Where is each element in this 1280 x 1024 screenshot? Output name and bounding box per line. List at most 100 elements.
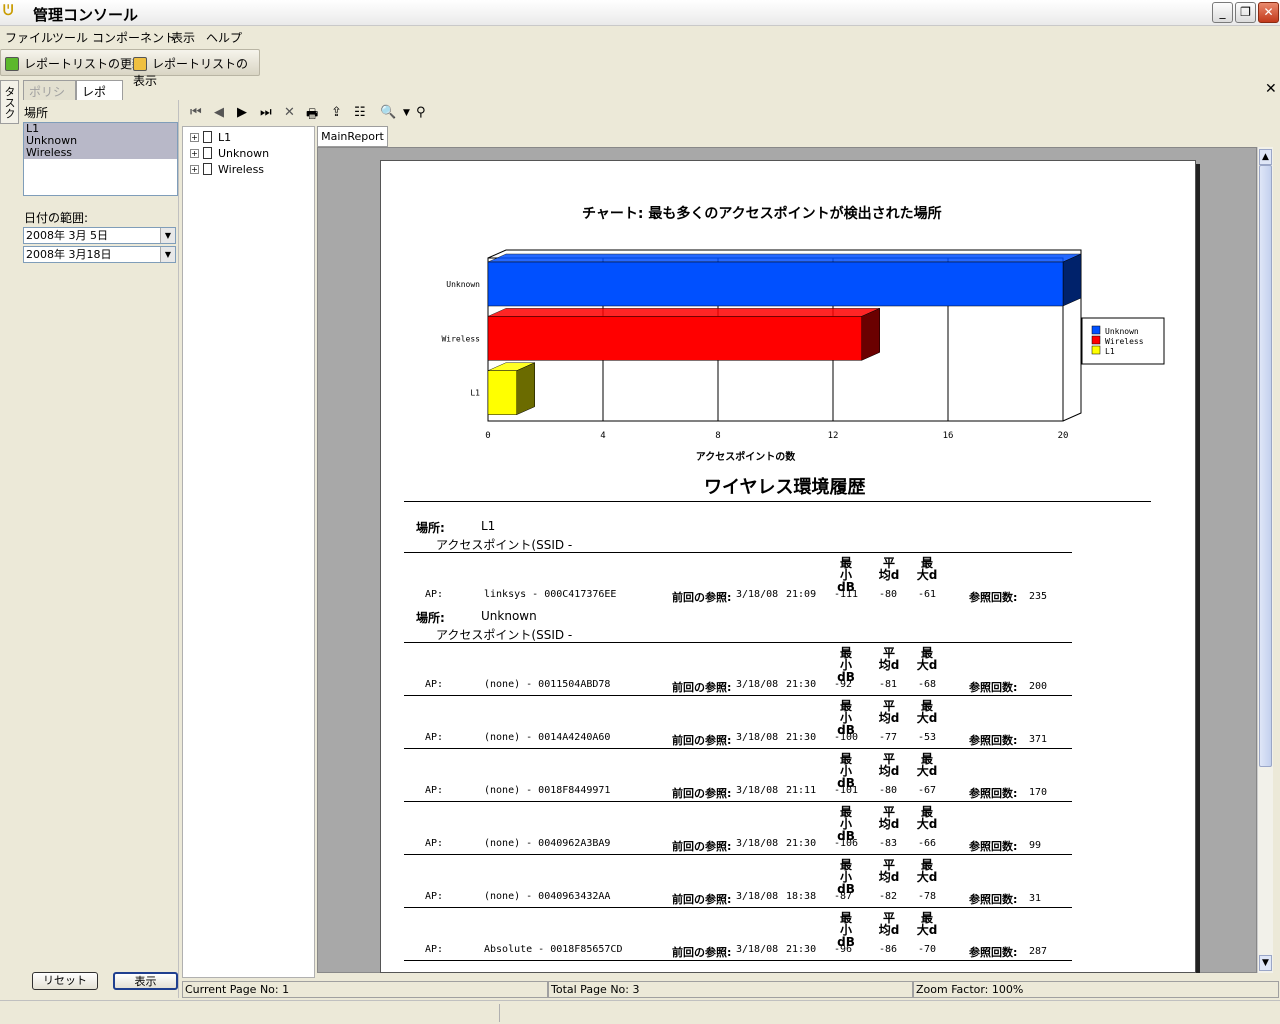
max-db: -78 bbox=[918, 891, 937, 902]
menu-file[interactable]: ファイル bbox=[5, 29, 53, 46]
refresh-label: レポートリストの更新 bbox=[24, 57, 145, 71]
location-listbox[interactable]: L1 Unknown Wireless bbox=[23, 122, 178, 196]
last-page-icon[interactable]: ⏭ bbox=[260, 105, 272, 120]
chevron-down-icon[interactable]: ▼ bbox=[160, 228, 175, 243]
group-tree-icon[interactable]: ☷ bbox=[354, 105, 366, 120]
zoom-dropdown-icon[interactable]: ▼ bbox=[403, 108, 410, 118]
ap-label: AP: bbox=[425, 785, 444, 796]
task-side-tab[interactable]: タスク bbox=[0, 80, 19, 124]
menu-tools[interactable]: ツール bbox=[52, 29, 88, 46]
access-point-header: アクセスポイント(SSID - bbox=[436, 628, 573, 642]
menu-help[interactable]: ヘルプ bbox=[206, 29, 242, 46]
avg-db: -77 bbox=[879, 732, 898, 743]
last-ref-time: 21:30 bbox=[786, 944, 817, 955]
avg-db: -80 bbox=[879, 785, 898, 796]
row-divider bbox=[404, 748, 1072, 749]
bar-chart: 0 4 8 12 16 20UnknownWirelessL1アクセスポイントの数Unkn… bbox=[441, 249, 1165, 463]
ap-label: AP: bbox=[425, 732, 444, 743]
print-icon[interactable]: 🖶 bbox=[306, 105, 318, 127]
chart-title: チャート: 最も多くのアクセスポイントが検出された場所 bbox=[582, 206, 942, 222]
vertical-scrollbar[interactable]: ▲ ▼ bbox=[1257, 147, 1273, 973]
row-divider bbox=[404, 801, 1072, 802]
document-icon bbox=[203, 147, 212, 159]
close-button[interactable]: ✕ bbox=[1258, 2, 1279, 23]
tree-label: Wireless bbox=[218, 163, 265, 176]
row-divider bbox=[404, 552, 1072, 553]
last-ref-label: 前回の参照: bbox=[672, 946, 732, 959]
bar-side bbox=[516, 362, 535, 416]
prev-page-icon[interactable]: ◀ bbox=[214, 105, 224, 120]
date-from-picker[interactable]: 2008年 3月 5日 ▼ bbox=[23, 227, 176, 244]
ref-count-label: 参照回数: bbox=[969, 681, 1018, 694]
current-page-status: Current Page No: 1 bbox=[182, 981, 548, 998]
row-divider bbox=[404, 642, 1072, 643]
page-shadow bbox=[1196, 164, 1200, 973]
scroll-thumb[interactable] bbox=[1259, 165, 1272, 767]
title-bar: ᕫ 管理コンソール _ ❐ ✕ bbox=[0, 0, 1280, 26]
last-ref-time: 21:11 bbox=[786, 785, 817, 796]
menu-components[interactable]: コンポーネント bbox=[92, 29, 176, 46]
show-report-list-button[interactable]: レポートリストの表示 bbox=[133, 55, 259, 89]
last-ref-time: 21:30 bbox=[786, 838, 817, 849]
last-ref-label: 前回の参照: bbox=[672, 681, 732, 694]
col_max-header-bottom: 大d bbox=[916, 658, 938, 672]
scroll-up-icon[interactable]: ▲ bbox=[1259, 149, 1272, 165]
ref-count: 99 bbox=[1029, 840, 1042, 851]
refresh-report-list-button[interactable]: レポートリストの更新 bbox=[5, 55, 144, 72]
expand-icon[interactable]: + bbox=[190, 149, 199, 158]
expand-icon[interactable]: + bbox=[190, 165, 199, 174]
report-chart-icon bbox=[133, 57, 147, 71]
title-divider bbox=[404, 501, 1151, 502]
group-tree: + L1 + Unknown + Wireless bbox=[182, 126, 315, 978]
last-ref-label: 前回の参照: bbox=[672, 787, 732, 800]
first-page-icon[interactable]: ⏮ bbox=[190, 105, 202, 120]
window-status-bar bbox=[0, 1000, 1280, 1024]
tree-label: L1 bbox=[218, 131, 232, 144]
last-ref-date: 3/18/08 bbox=[736, 679, 779, 690]
last-ref-time: 21:09 bbox=[786, 589, 817, 600]
row-divider bbox=[404, 695, 1072, 696]
next-page-icon[interactable]: ▶ bbox=[237, 105, 247, 120]
scroll-down-icon[interactable]: ▼ bbox=[1259, 955, 1272, 971]
last-ref-label: 前回の参照: bbox=[672, 840, 732, 853]
show-button[interactable]: 表示 bbox=[113, 972, 178, 990]
date-to-picker[interactable]: 2008年 3月18日 ▼ bbox=[23, 246, 176, 263]
avg-db: -81 bbox=[879, 679, 898, 690]
ap-label: AP: bbox=[425, 891, 444, 902]
last-ref-label: 前回の参照: bbox=[672, 591, 732, 604]
tree-node-l1[interactable]: + L1 bbox=[190, 131, 231, 145]
stop-icon[interactable]: ✕ bbox=[284, 105, 295, 120]
bar-side bbox=[861, 307, 880, 361]
avg-db: -86 bbox=[879, 944, 898, 955]
location-item-wireless[interactable]: Wireless bbox=[24, 147, 177, 159]
reset-button[interactable]: リセット bbox=[32, 972, 98, 990]
restore-button[interactable]: ❐ bbox=[1235, 2, 1256, 23]
tab-policy[interactable]: ポリシー bbox=[23, 80, 76, 116]
tree-node-unknown[interactable]: + Unknown bbox=[190, 147, 269, 161]
zoom-icon[interactable]: 🔍 bbox=[380, 105, 396, 120]
panel-close-icon[interactable]: ✕ bbox=[1265, 81, 1277, 97]
tab-main-report[interactable]: MainReport bbox=[317, 126, 388, 147]
ap-label: AP: bbox=[425, 679, 444, 690]
tab-report[interactable]: レポート bbox=[76, 80, 123, 116]
tree-label: Unknown bbox=[218, 147, 270, 160]
bar-l1 bbox=[487, 370, 517, 415]
legend-label: L1 bbox=[1105, 347, 1115, 356]
last-ref-time: 21:30 bbox=[786, 732, 817, 743]
export-icon[interactable]: ⇪ bbox=[331, 105, 342, 120]
max-db: -67 bbox=[918, 785, 937, 796]
expand-icon[interactable]: + bbox=[190, 133, 199, 142]
menu-view[interactable]: 表示 bbox=[171, 29, 195, 46]
location-label: 場所: bbox=[416, 611, 445, 625]
location-label: 場所 bbox=[24, 106, 49, 120]
minimize-button[interactable]: _ bbox=[1212, 2, 1233, 23]
toolbar: レポートリストの更新 レポートリストの表示 bbox=[0, 49, 260, 88]
last-ref-time: 18:38 bbox=[786, 891, 817, 902]
min-db: -92 bbox=[834, 679, 853, 690]
status-bar: Current Page No: 1 Total Page No: 3 Zoom… bbox=[182, 981, 1280, 998]
window-title: 管理コンソール bbox=[33, 6, 139, 24]
ref-count: 287 bbox=[1029, 946, 1048, 957]
tree-node-wireless[interactable]: + Wireless bbox=[190, 163, 264, 177]
chevron-down-icon[interactable]: ▼ bbox=[160, 247, 175, 262]
search-binoculars-icon[interactable]: ⚲ bbox=[416, 105, 426, 120]
